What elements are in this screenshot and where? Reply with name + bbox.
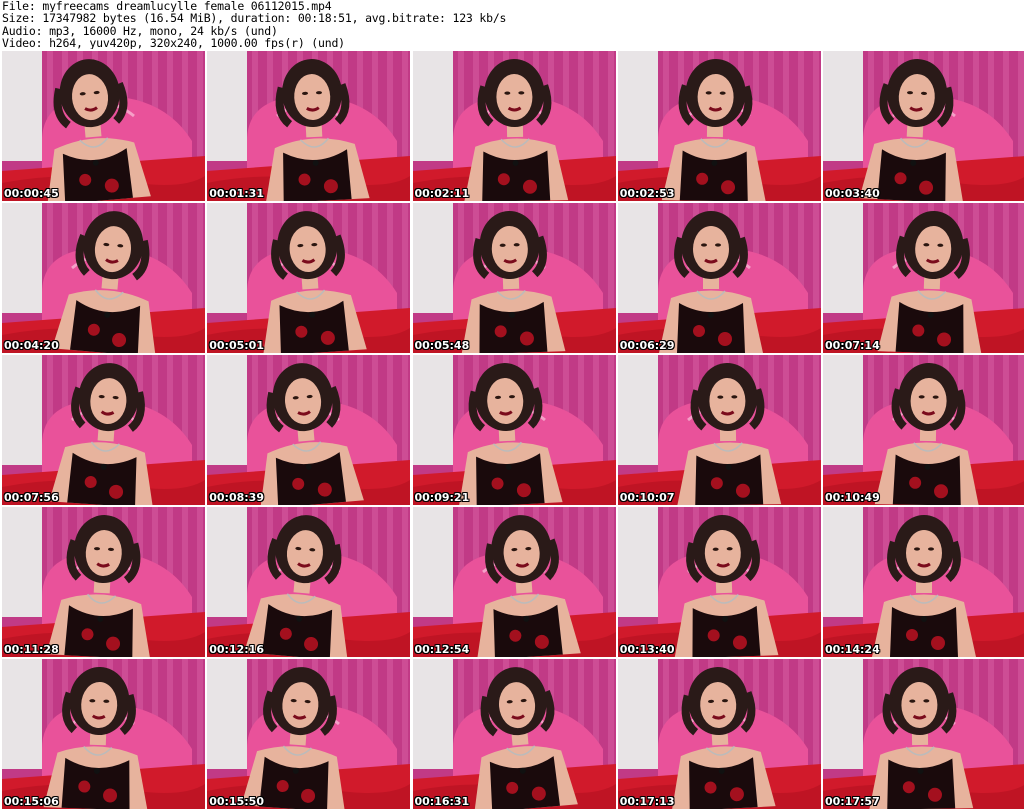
thumbnail-timestamp: 00:07:14: [825, 339, 880, 352]
webcam-frame-image: [823, 659, 1024, 809]
thumbnail-timestamp: 00:10:49: [825, 491, 880, 504]
video-thumbnail: 00:02:11: [412, 51, 616, 201]
video-thumbnail: 00:04:20: [2, 203, 205, 353]
video-thumbnail: 00:10:49: [823, 355, 1024, 505]
video-thumbnail: 00:06:29: [617, 203, 821, 353]
video-thumbnail: 00:15:50: [207, 659, 411, 809]
video-thumbnail: 00:05:01: [207, 203, 411, 353]
video-thumbnail: 00:17:13: [617, 659, 821, 809]
webcam-frame-image: [412, 659, 616, 809]
webcam-frame-image: [617, 659, 821, 809]
webcam-frame-image: [412, 51, 616, 201]
thumbnail-timestamp: 00:05:48: [414, 339, 470, 352]
webcam-frame-image: [617, 51, 821, 201]
file-info-header: File: myfreecams_dreamlucylle_female_061…: [2, 0, 1022, 50]
thumbnail-timestamp: 00:01:31: [209, 187, 264, 200]
video-thumbnail: 00:02:53: [617, 51, 821, 201]
webcam-frame-image: [207, 51, 411, 201]
thumbnail-timestamp: 00:02:53: [619, 187, 675, 200]
thumbnail-timestamp: 00:04:20: [4, 339, 59, 352]
video-thumbnail: 00:00:45: [2, 51, 205, 201]
thumbnail-timestamp: 00:15:06: [4, 795, 59, 808]
thumbnail-timestamp: 00:17:57: [825, 795, 880, 808]
webcam-frame-image: [2, 659, 205, 809]
thumbnail-timestamp: 00:15:50: [209, 795, 264, 808]
video-info-line: Video: h264, yuv420p, 320x240, 1000.00 f…: [2, 36, 345, 50]
thumbnail-timestamp: 00:07:56: [4, 491, 59, 504]
video-thumbnail: 00:12:54: [412, 507, 616, 657]
thumbnail-timestamp: 00:06:29: [619, 339, 675, 352]
thumbnail-timestamp: 00:00:45: [4, 187, 59, 200]
thumbnail-timestamp: 00:02:11: [414, 187, 470, 200]
video-thumbnail: 00:11:28: [2, 507, 205, 657]
webcam-frame-image: [412, 355, 616, 505]
file-name-line: File: myfreecams_dreamlucylle_female_061…: [2, 0, 332, 13]
webcam-frame-image: [207, 203, 411, 353]
webcam-frame-image: [207, 507, 411, 657]
video-thumbnail: 00:10:07: [617, 355, 821, 505]
video-thumbnail: 00:07:56: [2, 355, 205, 505]
webcam-frame-image: [412, 507, 616, 657]
video-thumbnail: 00:12:16: [207, 507, 411, 657]
thumbnail-timestamp: 00:09:21: [414, 491, 470, 504]
video-thumbnail: 00:17:57: [823, 659, 1024, 809]
video-thumbnail: 00:14:24: [823, 507, 1024, 657]
webcam-frame-image: [823, 355, 1024, 505]
webcam-frame-image: [2, 203, 205, 353]
webcam-frame-image: [617, 203, 821, 353]
thumbnail-grid: 00:00:45 00:01:31 00:02:11 00:02:53 00:0…: [0, 49, 1024, 811]
thumbnail-timestamp: 00:13:40: [619, 643, 675, 656]
video-thumbnail: 00:09:21: [412, 355, 616, 505]
webcam-frame-image: [2, 51, 205, 201]
thumbnail-timestamp: 00:12:16: [209, 643, 264, 656]
webcam-frame-image: [823, 507, 1024, 657]
thumbnail-timestamp: 00:12:54: [414, 643, 470, 656]
thumbnail-timestamp: 00:16:31: [414, 795, 470, 808]
thumbnail-timestamp: 00:10:07: [619, 491, 675, 504]
file-size-line: Size: 17347982 bytes (16.54 MiB), durati…: [2, 12, 507, 25]
video-thumbnail: 00:08:39: [207, 355, 411, 505]
thumbnail-timestamp: 00:11:28: [4, 643, 59, 656]
thumbnail-timestamp: 00:17:13: [619, 795, 675, 808]
video-thumbnail: 00:16:31: [412, 659, 616, 809]
audio-info-line: Audio: mp3, 16000 Hz, mono, 24 kb/s (und…: [2, 24, 278, 37]
webcam-frame-image: [412, 203, 616, 353]
webcam-frame-image: [207, 659, 411, 809]
webcam-frame-image: [617, 355, 821, 505]
thumbnail-timestamp: 00:05:01: [209, 339, 264, 352]
video-thumbnail: 00:03:40: [823, 51, 1024, 201]
webcam-frame-image: [2, 507, 205, 657]
video-thumbnail: 00:07:14: [823, 203, 1024, 353]
webcam-frame-image: [207, 355, 411, 505]
thumbnail-timestamp: 00:08:39: [209, 491, 264, 504]
thumbnail-timestamp: 00:03:40: [825, 187, 880, 200]
video-thumbnail: 00:15:06: [2, 659, 205, 809]
webcam-frame-image: [2, 355, 205, 505]
video-thumbnail: 00:13:40: [617, 507, 821, 657]
webcam-frame-image: [617, 507, 821, 657]
video-thumbnail: 00:05:48: [412, 203, 616, 353]
video-thumbnail: 00:01:31: [207, 51, 411, 201]
thumbnail-timestamp: 00:14:24: [825, 643, 880, 656]
webcam-frame-image: [823, 203, 1024, 353]
webcam-frame-image: [823, 51, 1024, 201]
